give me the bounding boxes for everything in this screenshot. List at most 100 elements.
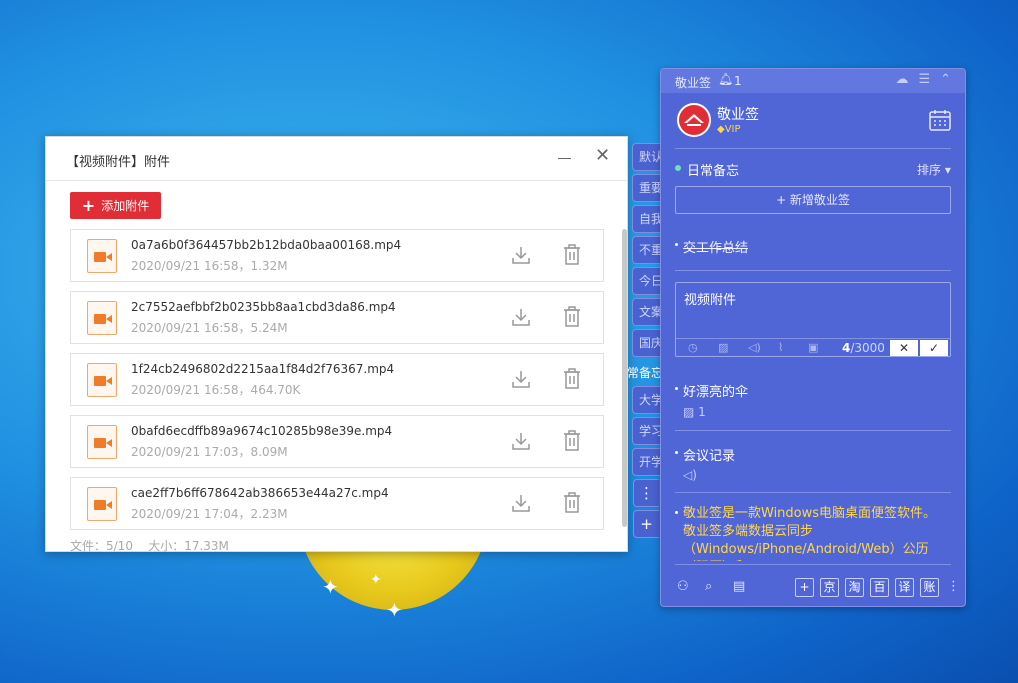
audio-icon: ◁): [683, 468, 697, 482]
shortcut-button[interactable]: 京: [820, 578, 839, 597]
file-meta: 2020/09/21 16:58，464.70K: [131, 383, 301, 397]
note-bullet: [675, 243, 678, 246]
category-tabs: 默认 重要 自我 不重 今日 文案 国庆 常备忘 大学 学习 开学 ⋮ +: [627, 143, 664, 541]
file-row[interactable]: cae2ff7b6ff678642ab386653e44a27c.mp4 2020…: [70, 477, 604, 530]
shortcut-button[interactable]: 账: [920, 578, 939, 597]
delete-icon[interactable]: [563, 244, 581, 269]
shortcut-button[interactable]: 译: [895, 578, 914, 597]
download-icon[interactable]: [511, 369, 531, 393]
shortcut-button[interactable]: 百: [870, 578, 889, 597]
bell-icon[interactable]: 🔔︎: [718, 72, 733, 86]
category-heading: 常备忘: [627, 366, 661, 380]
attachment-title: 【视频附件】附件: [66, 155, 171, 170]
close-button[interactable]: ✕: [595, 147, 610, 165]
file-name: 0a7a6b0f364457bb2b12bda0baa00168.mp4: [131, 238, 402, 252]
section-dot: [675, 165, 681, 171]
file-name: 2c7552aefbbf2b0235bb8aa1cbd3da86.mp4: [131, 300, 396, 314]
avatar[interactable]: [677, 103, 711, 137]
plus-icon: +: [81, 195, 96, 215]
format-icon[interactable]: ▣: [808, 341, 818, 354]
editor-text[interactable]: 视频附件: [684, 289, 736, 308]
add-attachment-button[interactable]: + 添加附件: [70, 192, 161, 219]
video-file-icon: [87, 363, 117, 397]
file-row[interactable]: 0a7a6b0f364457bb2b12bda0baa00168.mp4 2020…: [70, 229, 604, 282]
shortcut-button[interactable]: 淘: [845, 578, 864, 597]
more-icon[interactable]: ⋮: [947, 579, 960, 594]
note-editor[interactable]: 视频附件 ◷ ▨ ◁) ⌇ ▣ 4/3000 ✕ ✓: [675, 282, 951, 357]
minimize-button[interactable]: [558, 149, 572, 167]
audio-icon[interactable]: ◁): [748, 341, 761, 354]
download-icon[interactable]: [511, 307, 531, 331]
calendar-icon[interactable]: [929, 109, 951, 135]
image-icon[interactable]: ▨: [718, 341, 728, 354]
collapse-icon[interactable]: ⌃: [940, 72, 951, 87]
file-name: 0bafd6ecdffb89a9674c10285b98e39e.mp4: [131, 424, 393, 438]
user-name: 敬业签: [717, 107, 759, 123]
note-content[interactable]: 敬业签是一款Windows电脑桌面便签软件。敬业签多端数据云同步（Windows…: [683, 505, 945, 561]
vip-badge: ◆VIP: [717, 124, 741, 135]
attachment-icon[interactable]: ⌇: [778, 341, 783, 354]
contacts-icon[interactable]: ⚇: [677, 579, 689, 594]
download-icon[interactable]: [511, 431, 531, 455]
search-icon[interactable]: ⌕: [705, 579, 712, 594]
file-meta: 2020/09/21 16:58，1.32M: [131, 259, 288, 273]
file-meta: 2020/09/21 17:03，8.09M: [131, 445, 288, 459]
delete-icon[interactable]: [563, 492, 581, 517]
bottom-toolbar: ⚇ ⌕ ▤ + 京淘百译账 ⋮: [661, 569, 965, 607]
video-file-icon: [87, 239, 117, 273]
char-counter: 4/3000: [842, 341, 885, 355]
file-row[interactable]: 1f24cb2496802d2215aa1f84d2f76367.mp4 2020…: [70, 353, 604, 406]
menu-icon[interactable]: ☰: [918, 72, 930, 87]
download-icon[interactable]: [511, 245, 531, 269]
delete-icon[interactable]: [563, 306, 581, 331]
wallpaper-sparkle: ✦: [370, 572, 382, 588]
clock-icon[interactable]: ◷: [688, 341, 698, 354]
sort-button[interactable]: 排序 ▾: [917, 161, 951, 178]
note-title: 好漂亮的伞: [683, 385, 749, 400]
panel-topbar: 敬业签 🔔︎ 1 ☁ ☰ ⌃: [661, 69, 965, 93]
file-name: 1f24cb2496802d2215aa1f84d2f76367.mp4: [131, 362, 395, 376]
file-meta: 2020/09/21 17:04，2.23M: [131, 507, 288, 521]
attachment-footer: 文件：5/10 大小：17.33M: [70, 539, 229, 553]
section-title: 日常备忘: [687, 164, 740, 179]
divider: [675, 430, 951, 431]
app-name: 敬业签: [675, 76, 712, 90]
divider: [675, 270, 951, 271]
file-row[interactable]: 2c7552aefbbf2b0235bb8aa1cbd3da86.mp4 2020…: [70, 291, 604, 344]
shortcut-button[interactable]: +: [795, 578, 814, 597]
wallpaper-sparkle: ✦: [386, 598, 403, 622]
cancel-button[interactable]: ✕: [890, 340, 918, 356]
add-attachment-label: 添加附件: [101, 199, 150, 213]
image-count: ▨ 1: [683, 405, 706, 419]
note-bullet: [675, 511, 678, 514]
attachment-titlebar: 【视频附件】附件 ✕: [46, 137, 627, 181]
download-icon[interactable]: [511, 493, 531, 517]
video-file-icon: [87, 425, 117, 459]
note-title: 会议记录: [683, 449, 736, 464]
confirm-button[interactable]: ✓: [920, 340, 948, 356]
note-bullet: [675, 451, 678, 454]
divider: [675, 148, 951, 149]
file-meta: 2020/09/21 16:58，5.24M: [131, 321, 288, 335]
file-row[interactable]: 0bafd6ecdffb89a9674c10285b98e39e.mp4 2020…: [70, 415, 604, 468]
more-tabs-button[interactable]: ⋮: [633, 479, 659, 507]
calendar-icon[interactable]: ▤: [733, 579, 745, 594]
note-title: 交工作总结: [683, 241, 749, 256]
new-note-button[interactable]: + 新增敬业签: [675, 186, 951, 214]
file-list: 0a7a6b0f364457bb2b12bda0baa00168.mp4 2020…: [70, 229, 604, 539]
divider: [675, 492, 951, 493]
video-file-icon: [87, 487, 117, 521]
wallpaper-sparkle: ✦: [322, 575, 339, 599]
file-name: cae2ff7b6ff678642ab386653e44a27c.mp4: [131, 486, 389, 500]
delete-icon[interactable]: [563, 430, 581, 455]
delete-icon[interactable]: [563, 368, 581, 393]
video-file-icon: [87, 301, 117, 335]
cloud-icon[interactable]: ☁: [895, 72, 908, 87]
note-bullet: [675, 387, 678, 390]
attachment-window: 【视频附件】附件 ✕ + 添加附件 0a7a6b0f364457bb2b12bd…: [45, 136, 628, 553]
add-category-button[interactable]: +: [633, 510, 659, 538]
note-panel: 敬业签 🔔︎ 1 ☁ ☰ ⌃ 敬业签 ◆VIP 日常备忘 排序 ▾ + 新增敬业…: [660, 68, 966, 607]
notify-count: 1: [734, 74, 742, 88]
editor-toolbar: ◷ ▨ ◁) ⌇ ▣ 4/3000 ✕ ✓: [676, 338, 950, 357]
divider: [675, 564, 951, 565]
